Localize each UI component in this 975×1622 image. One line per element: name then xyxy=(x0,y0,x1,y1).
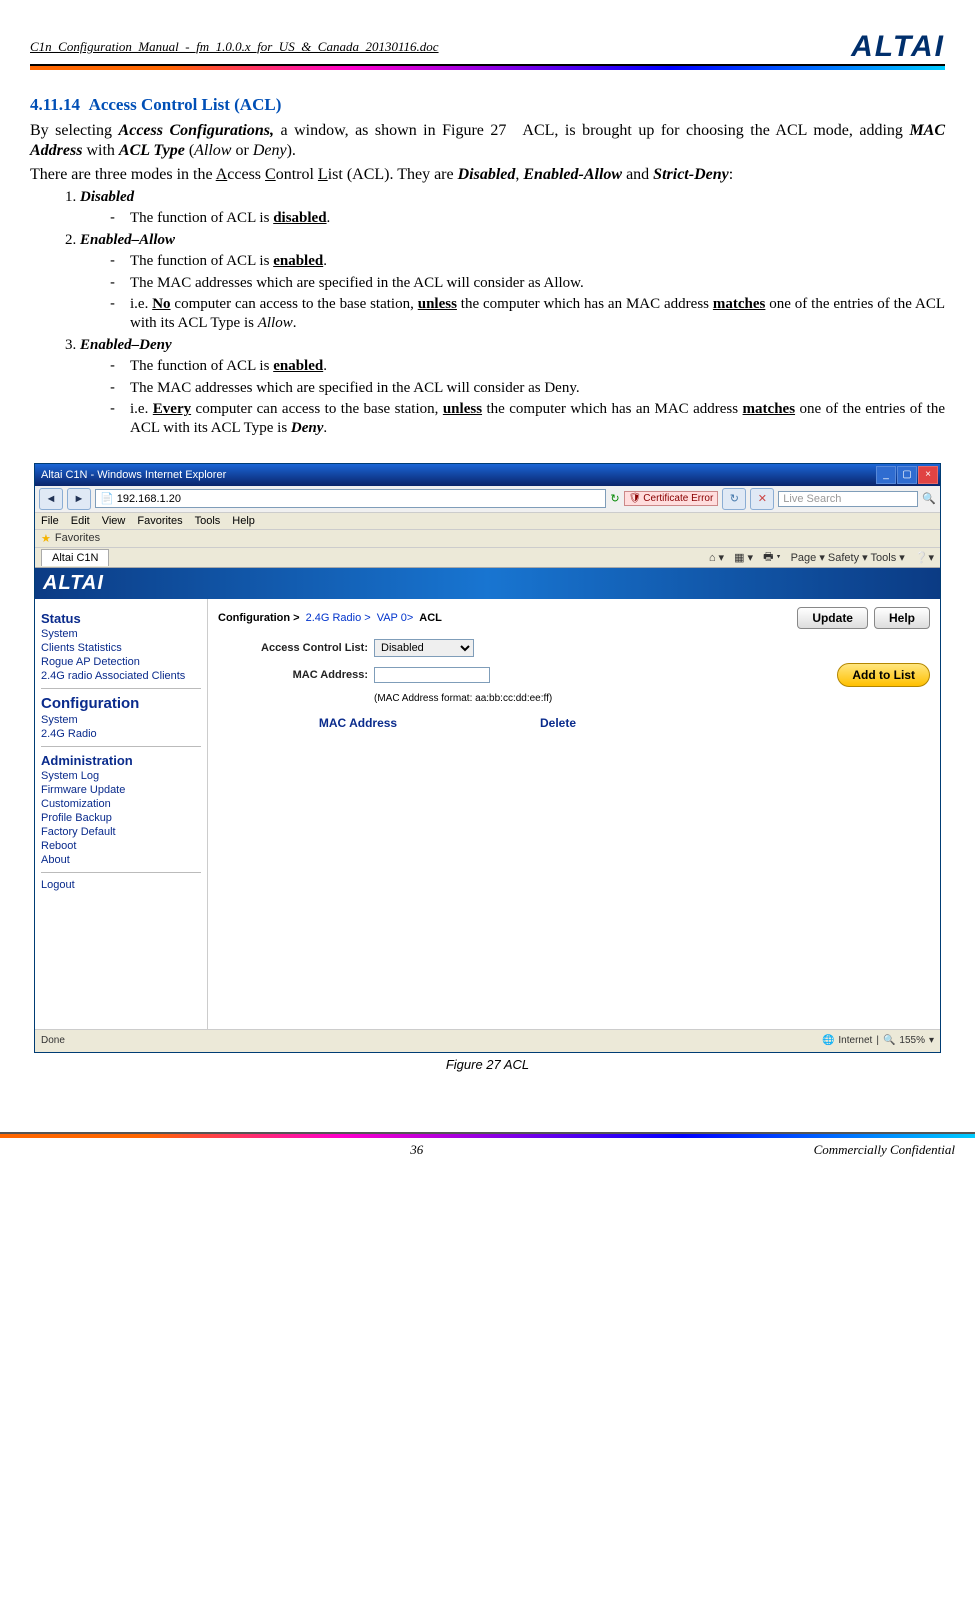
globe-icon: 🌐 xyxy=(822,1035,834,1046)
mode-disabled: Disabled The function of ACL is disabled… xyxy=(80,189,945,228)
status-done: Done xyxy=(41,1035,65,1046)
mac-label: MAC Address: xyxy=(218,669,368,681)
app-logo-bar: ALTAI xyxy=(35,568,940,599)
intro-paragraph-2: There are three modes in the Access Cont… xyxy=(30,165,945,185)
help-button[interactable]: Help xyxy=(874,607,930,629)
titlebar[interactable]: Altai C1N - Windows Internet Explorer _ … xyxy=(35,464,940,486)
sidebar-admin-head: Administration xyxy=(41,753,201,768)
certificate-error[interactable]: 🛡 Certificate Error xyxy=(624,491,719,506)
sidebar-syslog[interactable]: System Log xyxy=(41,770,201,782)
acl-select[interactable]: Disabled xyxy=(374,639,474,657)
sidebar-customization[interactable]: Customization xyxy=(41,798,201,810)
breadcrumb-radio[interactable]: 2.4G Radio > xyxy=(306,612,371,624)
maximize-icon[interactable]: ▢ xyxy=(897,466,917,484)
page-header: C1n_Configuration_Manual_-_fm_1.0.0.x_fo… xyxy=(30,30,945,66)
help-icon[interactable]: ❔▾ xyxy=(915,551,934,564)
home-icon[interactable]: ⌂ ▾ xyxy=(709,551,724,564)
refresh-icon[interactable]: ↻ xyxy=(722,488,746,510)
address-bar[interactable]: 📄 192.168.1.20 xyxy=(95,489,606,508)
sidebar-cfg-system[interactable]: System xyxy=(41,714,201,726)
section-heading: 4.11.14 Access Control List (ACL) xyxy=(30,95,945,115)
sidebar-assoc-clients[interactable]: 2.4G radio Associated Clients xyxy=(41,670,201,682)
menu-view[interactable]: View xyxy=(102,515,126,527)
menu-file[interactable]: File xyxy=(41,515,59,527)
breadcrumb-vap[interactable]: VAP 0> xyxy=(377,612,414,624)
sidebar-system[interactable]: System xyxy=(41,628,201,640)
status-bar: Done 🌐 Internet | 🔍 155% ▾ xyxy=(35,1029,940,1052)
zoom-level[interactable]: 155% xyxy=(899,1035,925,1046)
table-header: MAC Address Delete xyxy=(218,716,930,730)
stop-icon[interactable]: ✕ xyxy=(750,488,774,510)
page-number: 36 xyxy=(410,1142,423,1158)
mac-input[interactable] xyxy=(374,667,490,683)
sidebar-logout[interactable]: Logout xyxy=(41,879,201,891)
zone-label: Internet xyxy=(838,1035,872,1046)
intro-paragraph-1: By selecting Access Configurations, a wi… xyxy=(30,121,945,161)
col-delete: Delete xyxy=(498,716,618,730)
menu-tools[interactable]: Tools xyxy=(195,515,221,527)
sidebar-config-head: Configuration xyxy=(41,695,201,712)
acl-label: Access Control List: xyxy=(218,642,368,654)
update-button[interactable]: Update xyxy=(797,607,868,629)
page-icon: 📄 xyxy=(100,492,114,505)
browser-window: Altai C1N - Windows Internet Explorer _ … xyxy=(34,463,941,1053)
back-button[interactable]: ◄ xyxy=(39,488,63,510)
sidebar-cfg-radio[interactable]: 2.4G Radio xyxy=(41,728,201,740)
sidebar-about[interactable]: About xyxy=(41,854,201,866)
header-divider xyxy=(30,66,945,70)
mode-enabled-allow: Enabled–Allow The function of ACL is ena… xyxy=(80,232,945,333)
zoom-icon[interactable]: 🔍 xyxy=(883,1035,895,1046)
figure-caption: Figure 27 ACL xyxy=(30,1057,945,1072)
star-icon[interactable]: ★ xyxy=(41,532,51,545)
menu-edit[interactable]: Edit xyxy=(71,515,90,527)
mode-enabled-deny: Enabled–Deny The function of ACL is enab… xyxy=(80,337,945,438)
sidebar-reboot[interactable]: Reboot xyxy=(41,840,201,852)
forward-button[interactable]: ► xyxy=(67,488,91,510)
feed-icon[interactable]: ▦ ▾ xyxy=(734,551,753,564)
sidebar-profile-backup[interactable]: Profile Backup xyxy=(41,812,201,824)
sidebar-clients-statistics[interactable]: Clients Statistics xyxy=(41,642,201,654)
refresh-button[interactable]: ↻ xyxy=(610,492,619,505)
search-box[interactable]: Live Search xyxy=(778,491,918,507)
sidebar-rogue-ap[interactable]: Rogue AP Detection xyxy=(41,656,201,668)
confidential-label: Commercially Confidential xyxy=(814,1142,955,1158)
window-title: Altai C1N - Windows Internet Explorer xyxy=(41,469,226,481)
brand-logo: ALTAI xyxy=(851,30,945,64)
page-menu[interactable]: Page ▾ Safety ▾ Tools ▾ xyxy=(791,551,905,564)
page-footer: 36 Commercially Confidential xyxy=(0,1138,975,1158)
print-icon[interactable]: 🖶 ▾ xyxy=(763,548,781,567)
menu-bar[interactable]: File Edit View Favorites Tools Help xyxy=(35,513,940,530)
sidebar-factory-default[interactable]: Factory Default xyxy=(41,826,201,838)
breadcrumb: Configuration > 2.4G Radio > VAP 0> ACL … xyxy=(218,607,930,629)
browser-tab[interactable]: Altai C1N xyxy=(41,549,109,566)
favorites-label[interactable]: Favorites xyxy=(55,532,100,544)
col-mac: MAC Address xyxy=(218,716,498,730)
doc-filename: C1n_Configuration_Manual_-_fm_1.0.0.x_fo… xyxy=(30,39,439,55)
sidebar: Status System Clients Statistics Rogue A… xyxy=(35,599,208,1029)
sidebar-status-head: Status xyxy=(41,611,201,626)
mac-hint: (MAC Address format: aa:bb:cc:dd:ee:ff) xyxy=(374,693,930,704)
menu-help[interactable]: Help xyxy=(232,515,255,527)
close-icon[interactable]: × xyxy=(918,466,938,484)
menu-favorites[interactable]: Favorites xyxy=(137,515,182,527)
add-to-list-button[interactable]: Add to List xyxy=(837,663,930,687)
app-logo: ALTAI xyxy=(43,572,104,594)
search-icon[interactable]: 🔍 xyxy=(922,492,936,505)
main-content: Configuration > 2.4G Radio > VAP 0> ACL … xyxy=(208,599,940,1029)
sidebar-fw-update[interactable]: Firmware Update xyxy=(41,784,201,796)
minimize-icon[interactable]: _ xyxy=(876,466,896,484)
